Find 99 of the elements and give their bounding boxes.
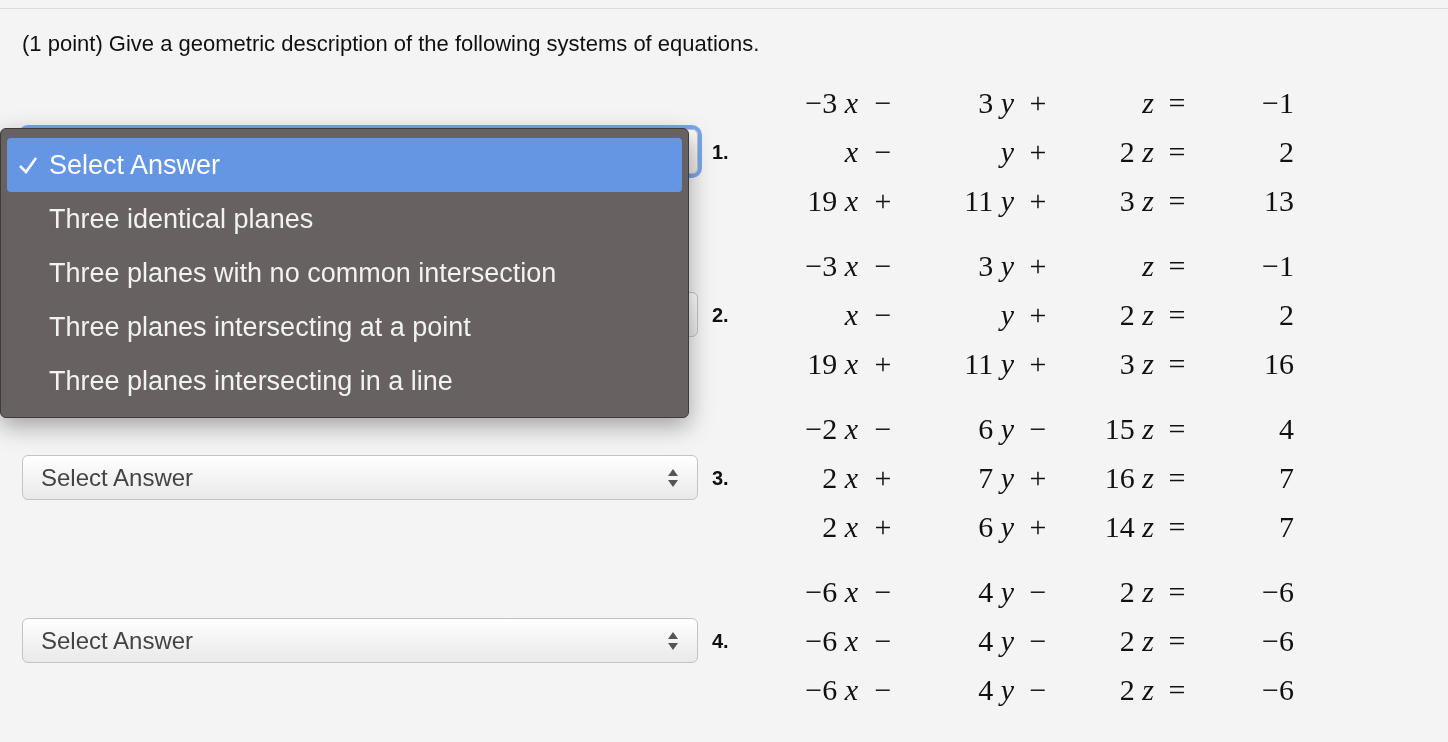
operator-sign: + <box>874 183 892 219</box>
equation-constant: 2 <box>1279 297 1294 333</box>
equals-sign: = <box>1168 411 1186 447</box>
equation-constant: 16 <box>1264 346 1294 382</box>
operator-sign: + <box>1029 183 1047 219</box>
equation-term: x <box>844 297 858 333</box>
menu-option[interactable]: Select Answer <box>7 138 682 192</box>
equation-term: y <box>1000 134 1014 170</box>
equals-sign: = <box>1168 346 1186 382</box>
operator-sign: + <box>874 460 892 496</box>
equals-sign: = <box>1168 297 1186 333</box>
equation-term: −6 x <box>805 623 858 659</box>
checkmark-icon <box>18 155 38 175</box>
equation-term: 7 y <box>978 460 1014 496</box>
equation-term: 2 x <box>822 460 858 496</box>
equation-term: 11 y <box>964 183 1014 219</box>
equals-sign: = <box>1168 134 1186 170</box>
equation-term: z <box>1142 248 1154 284</box>
select-dropdown[interactable]: Select Answer <box>22 455 698 500</box>
menu-option[interactable]: Three planes intersecting in a line <box>7 354 682 408</box>
equation-term: 2 z <box>1119 297 1154 333</box>
equation-term: 4 y <box>978 574 1014 610</box>
equation-term: 2 z <box>1119 623 1154 659</box>
equation-constant: 7 <box>1279 509 1294 545</box>
menu-option[interactable]: Three planes intersecting at a point <box>7 300 682 354</box>
equation-term: 3 z <box>1119 346 1154 382</box>
operator-sign: − <box>874 623 892 659</box>
equation-constant: −1 <box>1262 248 1294 284</box>
question-text: (1 point) Give a geometric description of the following systems of equations. <box>22 30 760 58</box>
operator-sign: + <box>1029 248 1047 284</box>
equals-sign: = <box>1168 574 1186 610</box>
operator-sign: − <box>1029 574 1047 610</box>
operator-sign: − <box>1029 411 1047 447</box>
equation-term: z <box>1142 85 1154 121</box>
equation-term: 14 z <box>1104 509 1154 545</box>
equation-term: 2 z <box>1119 134 1154 170</box>
equation-term: 6 y <box>978 509 1014 545</box>
operator-sign: − <box>874 248 892 284</box>
operator-sign: + <box>1029 85 1047 121</box>
equation-term: 2 z <box>1119 672 1154 708</box>
equation-term: 2 x <box>822 509 858 545</box>
menu-option[interactable]: Three planes with no common intersection <box>7 246 682 300</box>
operator-sign: + <box>1029 509 1047 545</box>
equation-term: 3 z <box>1119 183 1154 219</box>
operator-sign: − <box>874 85 892 121</box>
equation-term: 19 x <box>807 346 858 382</box>
equation-term: x <box>844 134 858 170</box>
equals-sign: = <box>1168 248 1186 284</box>
equation-term: −6 x <box>805 672 858 708</box>
stepper-icon <box>667 630 679 651</box>
equation-term: −2 x <box>805 411 858 447</box>
stepper-icon <box>667 467 679 488</box>
problem-number: 1. <box>712 139 730 165</box>
equation-constant: −6 <box>1262 672 1294 708</box>
operator-sign: − <box>874 672 892 708</box>
operator-sign: + <box>1029 460 1047 496</box>
operator-sign: − <box>1029 623 1047 659</box>
equation-constant: −6 <box>1262 574 1294 610</box>
equation-term: 3 y <box>978 248 1014 284</box>
operator-sign: + <box>1029 346 1047 382</box>
operator-sign: − <box>874 297 892 333</box>
problem-number: 2. <box>712 302 730 328</box>
select-dropdown[interactable]: Select Answer <box>22 618 698 663</box>
menu-option[interactable]: Three identical planes <box>7 192 682 246</box>
equation-term: −6 x <box>805 574 858 610</box>
equation-constant: −1 <box>1262 85 1294 121</box>
operator-sign: + <box>1029 134 1047 170</box>
problem-number: 4. <box>712 628 730 654</box>
equation-term: 4 y <box>978 672 1014 708</box>
operator-sign: − <box>874 574 892 610</box>
equation-constant: 2 <box>1279 134 1294 170</box>
operator-sign: + <box>874 346 892 382</box>
equation-term: 11 y <box>964 346 1014 382</box>
equation-term: 4 y <box>978 623 1014 659</box>
equation-constant: −6 <box>1262 623 1294 659</box>
problem-number: 3. <box>712 465 730 491</box>
equation-term: 3 y <box>978 85 1014 121</box>
equation-term: 19 x <box>807 183 858 219</box>
operator-sign: − <box>874 134 892 170</box>
equation-term: y <box>1000 297 1014 333</box>
equation-term: −3 x <box>805 85 858 121</box>
operator-sign: + <box>1029 297 1047 333</box>
equation-constant: 4 <box>1279 411 1294 447</box>
equals-sign: = <box>1168 85 1186 121</box>
equation-term: −3 x <box>805 248 858 284</box>
operator-sign: − <box>1029 672 1047 708</box>
equation-term: 15 z <box>1104 411 1154 447</box>
operator-sign: − <box>874 411 892 447</box>
equals-sign: = <box>1168 183 1186 219</box>
operator-sign: + <box>874 509 892 545</box>
equals-sign: = <box>1168 672 1186 708</box>
equation-constant: 7 <box>1279 460 1294 496</box>
equation-term: 6 y <box>978 411 1014 447</box>
equals-sign: = <box>1168 623 1186 659</box>
equals-sign: = <box>1168 460 1186 496</box>
equation-term: 16 z <box>1104 460 1154 496</box>
equation-term: 2 z <box>1119 574 1154 610</box>
equation-constant: 13 <box>1264 183 1294 219</box>
equals-sign: = <box>1168 509 1186 545</box>
